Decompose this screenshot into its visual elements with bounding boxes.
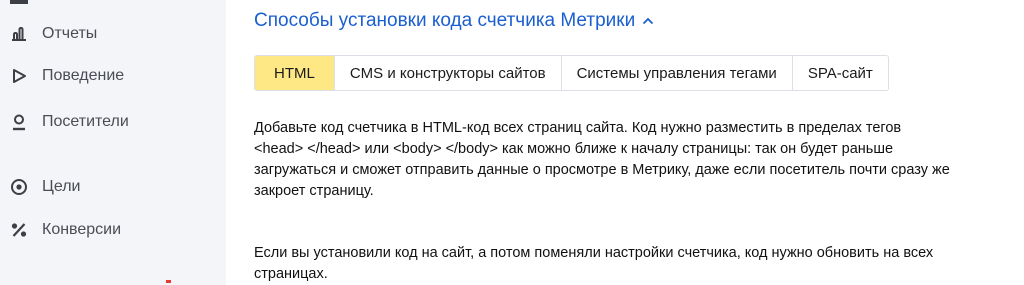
- sidebar-item-label: Поведение: [42, 67, 125, 84]
- sidebar-item-reports[interactable]: Отчеты: [10, 22, 97, 46]
- sidebar-item-conversions[interactable]: Конверсии: [10, 218, 121, 242]
- sidebar-item-cropped[interactable]: [10, 0, 28, 4]
- bar-chart-icon: [10, 25, 28, 43]
- sidebar-item-goals[interactable]: Цели: [10, 175, 80, 199]
- section-title: Способы установки кода счетчика Метрики: [254, 10, 636, 31]
- sidebar: Отчеты Поведение Посетители Цели Конверс…: [0, 0, 226, 285]
- sidebar-item-label: Конверсии: [42, 221, 122, 238]
- sidebar-item-visitors[interactable]: Посетители: [10, 110, 129, 134]
- update-note-paragraph: Если вы установили код на сайт, а потом …: [254, 245, 934, 282]
- sidebar-item-label: Отчеты: [42, 25, 98, 42]
- main-content: Способы установки кода счетчика Метрики …: [226, 0, 1024, 285]
- tab-html[interactable]: HTML: [255, 56, 334, 90]
- tab-cms[interactable]: CMS и конструкторы сайтов: [333, 56, 561, 90]
- percent-icon: [10, 221, 28, 239]
- tab-tag-managers[interactable]: Системы управления тегами: [560, 56, 792, 90]
- red-marker: [166, 280, 171, 283]
- instructions-paragraph: Добавьте код счетчика в HTML-код всех ст…: [254, 120, 950, 199]
- chevron-up-icon: [641, 14, 655, 28]
- user-icon: [10, 113, 28, 131]
- install-method-tabs: HTML CMS и конструкторы сайтов Системы у…: [254, 55, 889, 91]
- play-outline-icon: [10, 67, 28, 85]
- install-methods-toggle[interactable]: Способы установки кода счетчика Метрики: [254, 10, 655, 32]
- tab-spa[interactable]: SPA-сайт: [791, 56, 888, 90]
- sidebar-item-label: Посетители: [42, 113, 129, 130]
- sidebar-item-behavior[interactable]: Поведение: [10, 64, 124, 88]
- target-icon: [10, 178, 28, 196]
- sidebar-item-label: Цели: [42, 178, 81, 195]
